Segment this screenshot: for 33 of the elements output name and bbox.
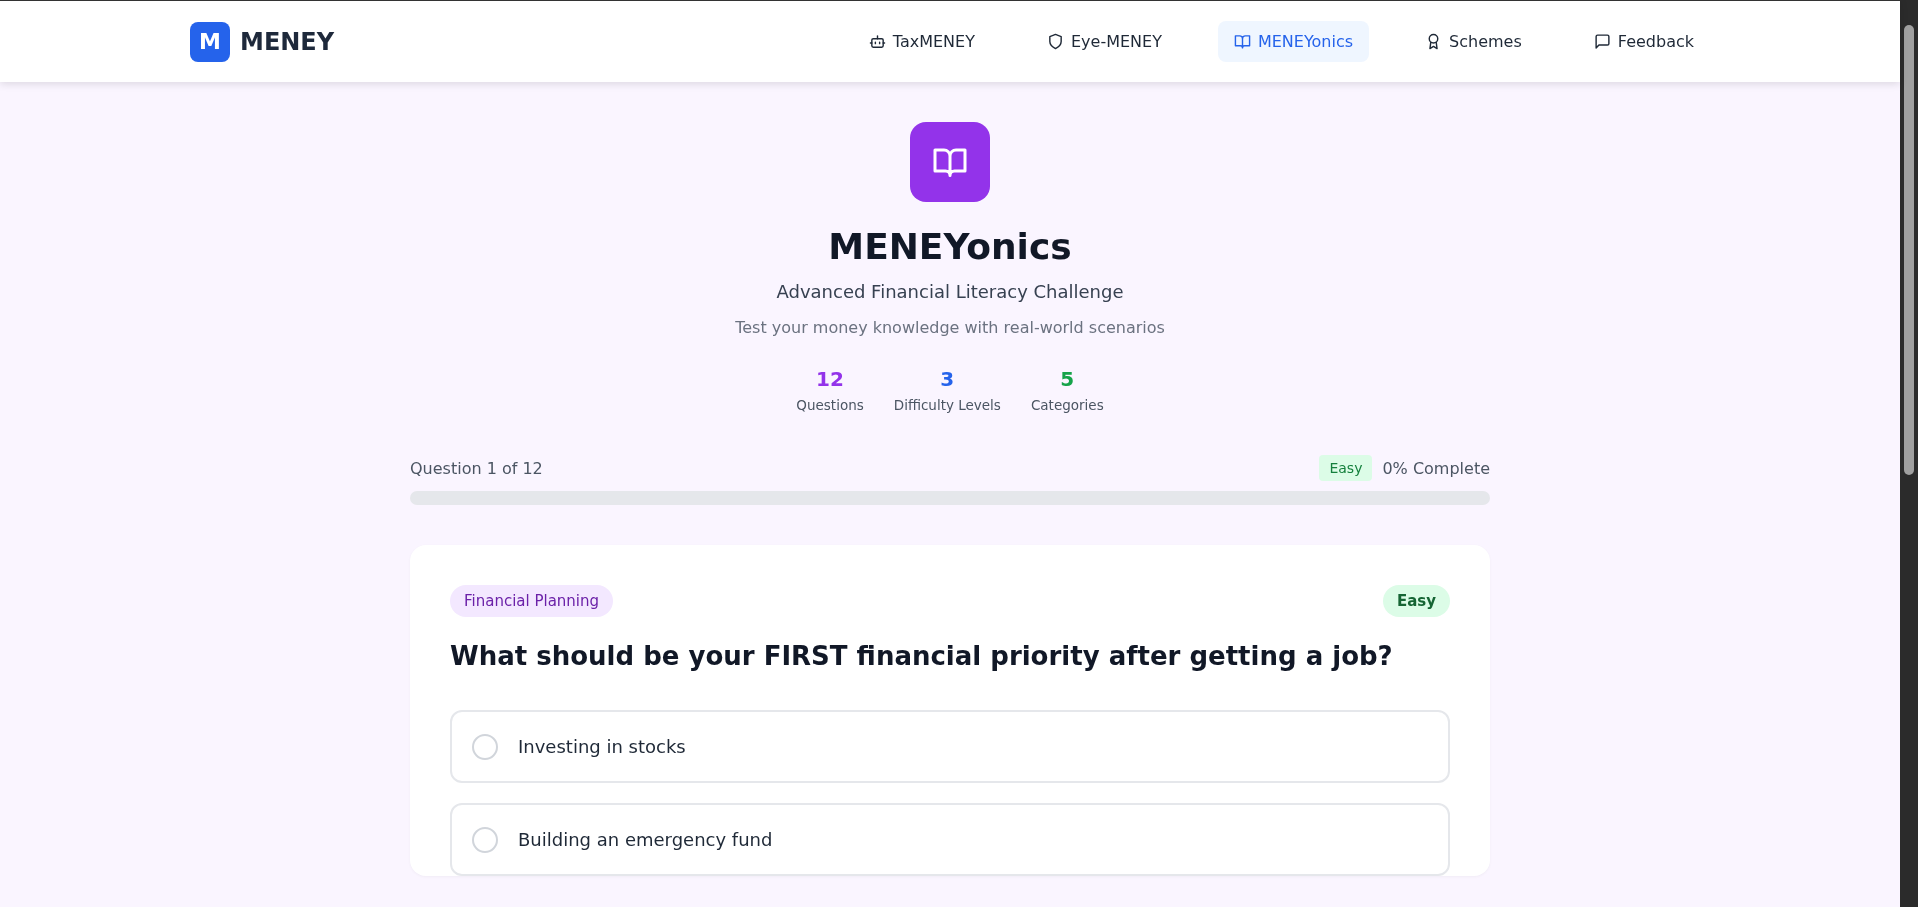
book-icon xyxy=(910,122,990,202)
question-counter: Question 1 of 12 xyxy=(410,458,543,478)
chat-icon xyxy=(1593,33,1611,50)
nav-tab[interactable]: Schemes xyxy=(1409,21,1538,62)
stat-label: Categories xyxy=(1030,397,1104,413)
difficulty-badge: Easy xyxy=(1319,455,1373,481)
robot-icon xyxy=(868,33,886,50)
category-badge: Financial Planning xyxy=(450,585,614,617)
stat-value: 5 xyxy=(1060,367,1075,391)
answer-option[interactable]: Investing in stocks xyxy=(450,710,1450,783)
scrollbar-thumb[interactable] xyxy=(1904,25,1914,475)
subtitle: Advanced Financial Literacy Challenge xyxy=(776,281,1124,302)
question-text: What should be your FIRST financial priority after getting a job? xyxy=(450,641,1394,671)
stat-label: Difficulty Levels xyxy=(893,397,1001,413)
nav-tab[interactable]: MENEYonics xyxy=(1217,21,1370,62)
page-title: MENEYonics xyxy=(828,226,1072,267)
scrollbar[interactable] xyxy=(1900,0,1918,907)
stat-label: Questions xyxy=(796,397,864,413)
radio-button[interactable] xyxy=(472,826,498,853)
difficulty-badge: Easy xyxy=(1382,585,1450,617)
book-icon xyxy=(1233,33,1251,50)
nav-tab[interactable]: TaxMENEY xyxy=(852,21,991,62)
stat-value: 3 xyxy=(940,367,955,391)
nav-tab[interactable]: Feedback xyxy=(1577,21,1710,62)
brand-name[interactable]: MENEY xyxy=(240,27,335,56)
stat-value: 12 xyxy=(816,367,844,391)
nav-tab[interactable]: Eye-MENEY xyxy=(1030,21,1178,62)
shield-icon xyxy=(1046,33,1064,50)
logo-mark[interactable]: M xyxy=(190,21,230,62)
tagline: Test your money knowledge with real-world scenarios xyxy=(735,318,1165,337)
answer-option[interactable]: Building an emergency fund xyxy=(450,803,1450,876)
radio-button[interactable] xyxy=(472,733,498,760)
percent-complete: 0% Complete xyxy=(1382,458,1490,478)
